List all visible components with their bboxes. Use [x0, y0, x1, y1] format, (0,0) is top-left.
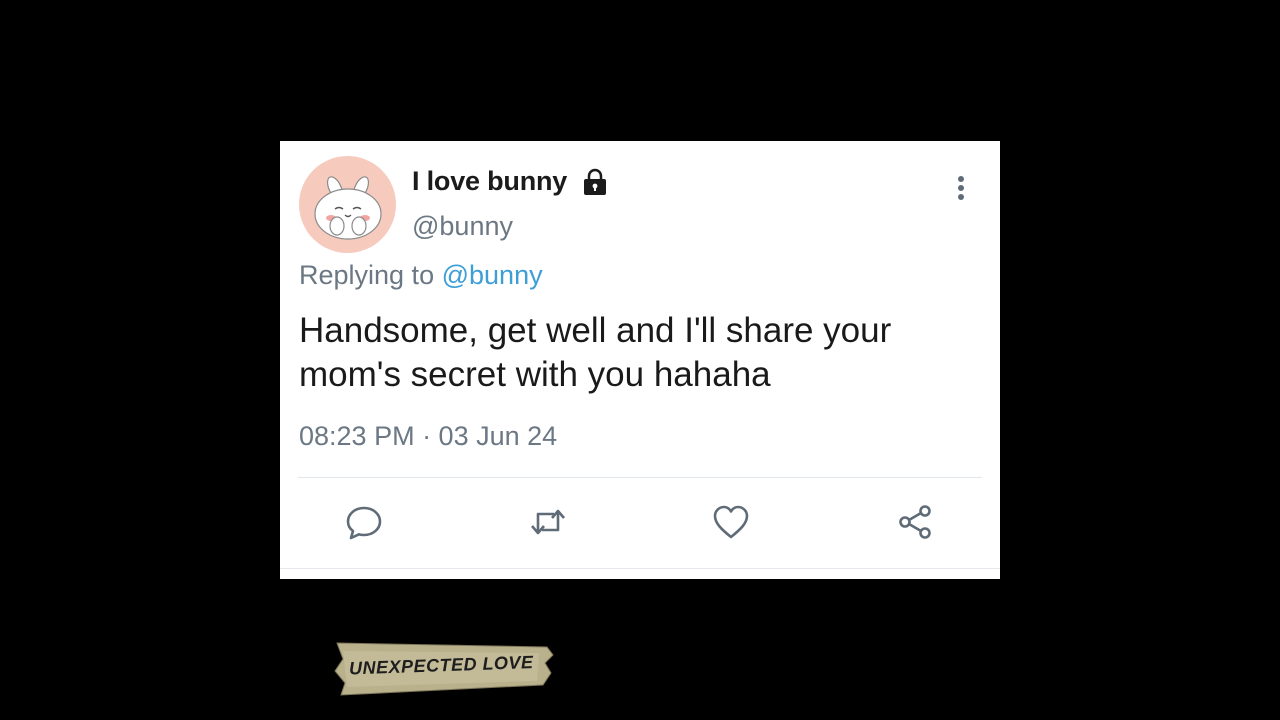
more-vertical-icon[interactable] [950, 173, 972, 205]
avatar[interactable] [299, 156, 396, 253]
tweet-timestamp[interactable]: 08:23 PM · 03 Jun 24 [299, 421, 557, 452]
retweet-icon [531, 509, 565, 535]
share-icon [899, 505, 931, 539]
overlay-tape-label: UNEXPECTED LOVE [333, 635, 555, 697]
bunny-avatar-icon [314, 176, 382, 240]
divider [280, 568, 1000, 569]
retweet-button[interactable] [528, 502, 568, 542]
replying-to-label: Replying to [299, 260, 435, 290]
share-button[interactable] [895, 502, 935, 542]
user-handle[interactable]: @bunny [412, 211, 513, 242]
heart-icon [713, 505, 749, 539]
comment-bubble-icon [346, 506, 382, 540]
tweet-text: Handsome, get well and I'll share your m… [299, 311, 892, 394]
like-button[interactable] [711, 502, 751, 542]
reply-button[interactable] [344, 502, 384, 542]
video-frame: I love bunny @bunny Replying to @bunny H… [0, 0, 1280, 720]
tweet-card: I love bunny @bunny Replying to @bunny H… [280, 141, 1000, 579]
lock-icon [584, 168, 606, 195]
replying-to-mention[interactable]: @bunny [442, 260, 543, 290]
display-name[interactable]: I love bunny [412, 166, 567, 197]
replying-to-line: Replying to @bunny [299, 260, 543, 291]
divider [298, 477, 982, 478]
